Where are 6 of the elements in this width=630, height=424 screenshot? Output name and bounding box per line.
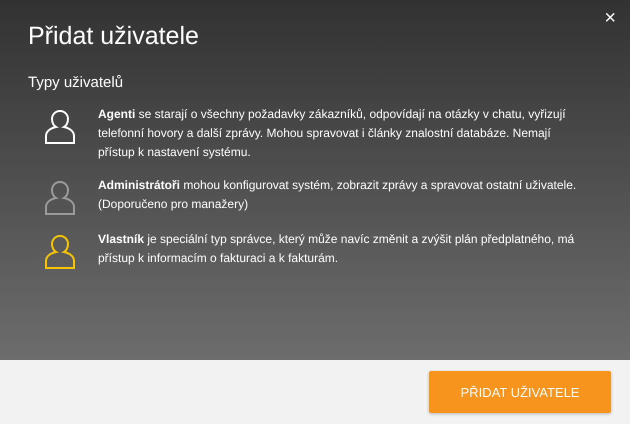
user-type-description: Agenti se starají o všechny požadavky zákazníků, odpovídají na otázky v chatu, vyřizují telefonní hovory a další zprávy. Mohou spravovat i články znalostní databáze. Nemají přístup k nastavení systému.	[98, 106, 567, 161]
close-button[interactable]: ×	[600, 6, 620, 30]
user-type-description: Vlastník je speciální typ správce, který může navíc změnit a zvýšit plán předplatného, má přístup k informacím o fakturaci a k fakturám.	[98, 231, 576, 267]
dialog-title: Přidat uživatele	[28, 21, 200, 52]
section-title: Typy uživatelů	[28, 74, 124, 91]
user-type-description: Administrátoři mohou konfigurovat systém, zobrazit zprávy a spravovat ostatní uživatele. (Doporučeno pro manažery)	[98, 177, 578, 213]
